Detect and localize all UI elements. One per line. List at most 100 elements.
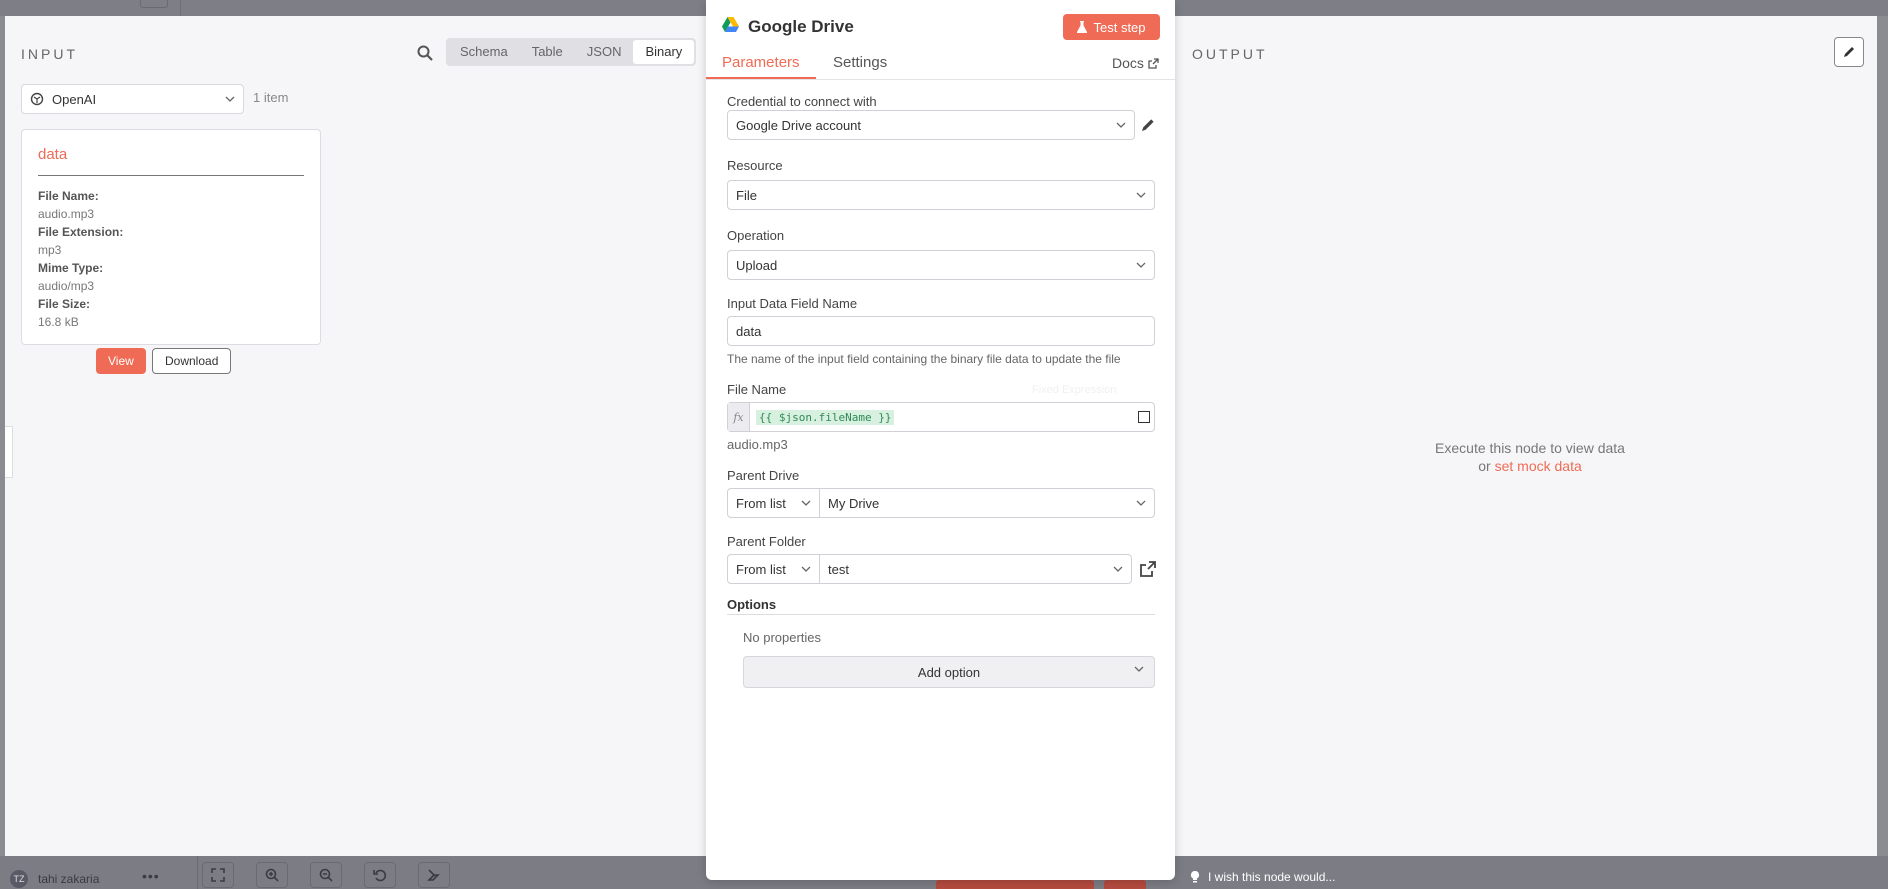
fit-view-button[interactable] (202, 862, 234, 888)
options-divider (727, 614, 1155, 615)
canvas-node-edge (5, 426, 13, 478)
parent-drive-select[interactable]: My Drive (820, 489, 1154, 517)
resource-select[interactable]: File (727, 180, 1155, 210)
undo-icon (373, 869, 387, 882)
parent-drive-selector: From list My Drive (727, 488, 1155, 518)
canvas-top-divider (180, 0, 181, 16)
file-name-expression-input[interactable]: fx {{ $json.fileName }} (727, 402, 1155, 432)
meta-value: audio.mp3 (38, 207, 95, 221)
input-field-name-input[interactable]: data (727, 316, 1155, 346)
user-name: tahi zakaria (38, 872, 100, 886)
edit-output-button[interactable] (1834, 37, 1864, 67)
parent-folder-selector: From list test (727, 554, 1132, 584)
parent-drive-mode-value: From list (736, 495, 786, 511)
flask-icon (1077, 21, 1088, 33)
fixed-expression-toggle[interactable]: Fixed Expression (1032, 384, 1116, 396)
docs-link[interactable]: Docs (1112, 55, 1159, 71)
pencil-icon (1844, 47, 1854, 57)
node-title[interactable]: Google Drive (748, 17, 854, 37)
user-menu[interactable]: TZ tahi zakaria (10, 870, 99, 888)
parent-drive-value: My Drive (828, 495, 880, 511)
binary-data-card: data File Name: audio.mp3 File Extension… (21, 129, 321, 374)
chevron-down-icon (801, 566, 811, 572)
chevron-down-icon (1134, 666, 1144, 672)
operation-label: Operation (727, 228, 785, 243)
tab-schema[interactable]: Schema (448, 40, 520, 64)
parent-folder-value: test (828, 561, 849, 577)
meta-key: Mime Type: (38, 261, 104, 275)
execute-workflow-button[interactable] (936, 880, 1094, 889)
card-divider (38, 175, 304, 176)
output-panel-title: OUTPUT (1192, 46, 1268, 62)
binary-metadata: File Name: audio.mp3 File Extension: mp3… (38, 187, 123, 331)
input-node-select-value: OpenAI (52, 91, 97, 107)
expression-result: audio.mp3 (727, 437, 788, 452)
expand-expression-icon[interactable] (1138, 411, 1150, 423)
node-parameters-dialog: Google Drive Test step Parameters Settin… (706, 0, 1175, 880)
tab-binary[interactable]: Binary (633, 40, 695, 64)
test-step-button[interactable]: Test step (1063, 14, 1160, 40)
parent-drive-mode-select[interactable]: From list (728, 489, 820, 517)
parent-folder-mode-value: From list (736, 561, 786, 577)
credential-value: Google Drive account (736, 117, 862, 133)
operation-value: Upload (736, 257, 778, 273)
edit-credential-icon[interactable] (1140, 117, 1156, 133)
credential-select[interactable]: Google Drive account (727, 110, 1135, 140)
chevron-down-icon (1116, 122, 1126, 128)
view-button[interactable]: View (96, 348, 146, 374)
no-properties-text: No properties (743, 630, 822, 645)
tab-table[interactable]: Table (520, 40, 575, 64)
chevron-down-icon (1136, 192, 1146, 198)
search-icon[interactable] (416, 44, 434, 62)
chevron-down-icon (1113, 566, 1123, 572)
add-option-button[interactable]: Add option (743, 656, 1155, 688)
lightbulb-icon (1190, 870, 1200, 883)
download-button[interactable]: Download (152, 348, 232, 374)
user-avatar: TZ (10, 870, 28, 888)
resource-value: File (736, 187, 757, 203)
input-field-name-value: data (736, 323, 762, 339)
execute-workflow-extra-button[interactable] (1104, 880, 1146, 889)
zoom-out-button[interactable] (310, 862, 342, 888)
tab-settings[interactable]: Settings (833, 54, 887, 71)
parent-folder-mode-select[interactable]: From list (728, 555, 820, 583)
google-drive-icon (722, 17, 739, 32)
meta-value: 16.8 kB (38, 315, 79, 329)
canvas-top-button[interactable] (140, 0, 168, 8)
test-step-label: Test step (1093, 19, 1146, 35)
options-label: Options (727, 597, 777, 612)
open-folder-external-icon[interactable] (1140, 561, 1156, 577)
chevron-down-icon (1136, 262, 1146, 268)
output-message-or: or (1478, 458, 1495, 474)
credential-label: Credential to connect with (727, 94, 877, 109)
more-options-icon[interactable]: ••• (142, 868, 160, 884)
zoom-in-button[interactable] (256, 862, 288, 888)
tab-json[interactable]: JSON (575, 40, 634, 64)
tidy-up-button[interactable] (418, 862, 450, 888)
meta-key: File Name: (38, 189, 99, 203)
fx-icon: fx (728, 403, 750, 431)
output-message-line: Execute this node to view data (1435, 440, 1625, 456)
active-tab-indicator (706, 77, 816, 79)
input-node-select[interactable]: OpenAI (21, 84, 244, 114)
input-field-name-hint: The name of the input field containing t… (727, 352, 1121, 366)
broom-icon (427, 869, 440, 881)
chevron-down-icon (1136, 500, 1146, 506)
reset-zoom-button[interactable] (364, 862, 396, 888)
parent-folder-select[interactable]: test (820, 555, 1131, 583)
expression-code: {{ $json.fileName }} (756, 409, 895, 425)
file-name-label: File Name (727, 382, 787, 397)
docs-label: Docs (1112, 55, 1144, 71)
resource-label: Resource (727, 158, 783, 173)
parent-folder-label: Parent Folder (727, 534, 806, 549)
wish-feedback[interactable]: I wish this node would... (1190, 870, 1335, 884)
input-panel-title: INPUT (21, 46, 78, 62)
operation-select[interactable]: Upload (727, 250, 1155, 280)
parent-drive-label: Parent Drive (727, 468, 800, 483)
input-field-name-label: Input Data Field Name (727, 296, 858, 311)
tab-parameters[interactable]: Parameters (722, 54, 800, 71)
output-empty-message: Execute this node to view data or set mo… (1405, 439, 1655, 475)
chevron-down-icon (801, 500, 811, 506)
set-mock-data-link[interactable]: set mock data (1495, 458, 1582, 474)
meta-value: mp3 (38, 243, 62, 257)
